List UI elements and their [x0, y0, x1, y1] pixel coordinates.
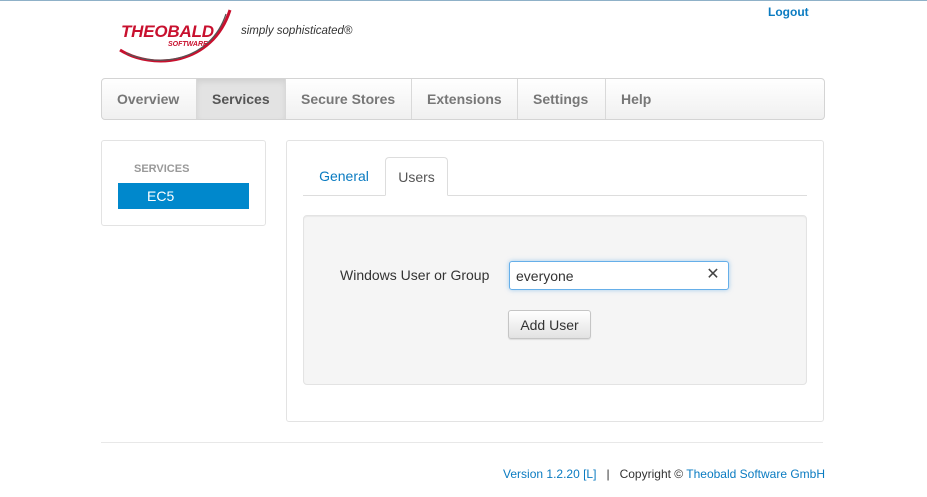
sidebar-heading: SERVICES	[134, 163, 190, 175]
copyright-text: Copyright ©	[619, 467, 684, 481]
logo-brand: THEOBALD	[121, 22, 214, 41]
services-sidebar: SERVICES EC5	[101, 140, 266, 226]
footer: Version 1.2.20 [L] | Copyright © Theobal…	[0, 467, 825, 481]
windows-user-field: ✕	[509, 261, 729, 290]
version-link[interactable]: Version 1.2.20 [L]	[503, 467, 596, 481]
sidebar-item-ec5[interactable]: EC5	[118, 183, 249, 209]
nav-item-settings[interactable]: Settings	[518, 79, 606, 119]
footer-separator: |	[606, 467, 610, 481]
nav-item-secure-stores[interactable]: Secure Stores	[286, 79, 412, 119]
footer-divider	[101, 442, 823, 443]
add-user-form: Windows User or Group ✕ Add User	[303, 215, 807, 385]
close-icon[interactable]: ✕	[706, 266, 720, 284]
logout-link[interactable]: Logout	[768, 5, 809, 19]
detail-tabs: General Users	[303, 157, 807, 196]
main-navbar: Overview Services Secure Stores Extensio…	[101, 78, 825, 120]
nav-item-extensions[interactable]: Extensions	[412, 79, 518, 119]
logo-tagline: simply sophisticated®	[241, 25, 353, 37]
add-user-button[interactable]: Add User	[508, 310, 591, 339]
logo-sub: SOFTWARE	[168, 41, 208, 48]
nav-item-services[interactable]: Services	[197, 79, 286, 119]
service-detail-panel: General Users Windows User or Group ✕ Ad…	[286, 140, 824, 422]
windows-user-input[interactable]	[510, 262, 700, 289]
nav-item-help[interactable]: Help	[606, 79, 676, 119]
nav-item-overview[interactable]: Overview	[102, 79, 197, 119]
tab-users[interactable]: Users	[385, 157, 448, 196]
company-link[interactable]: Theobald Software GmbH	[686, 467, 825, 481]
top-border	[0, 0, 927, 1]
theobald-logo: THEOBALD SOFTWARE simply sophisticated®	[112, 4, 372, 64]
windows-user-label: Windows User or Group	[340, 267, 490, 283]
tab-general[interactable]: General	[303, 157, 385, 195]
